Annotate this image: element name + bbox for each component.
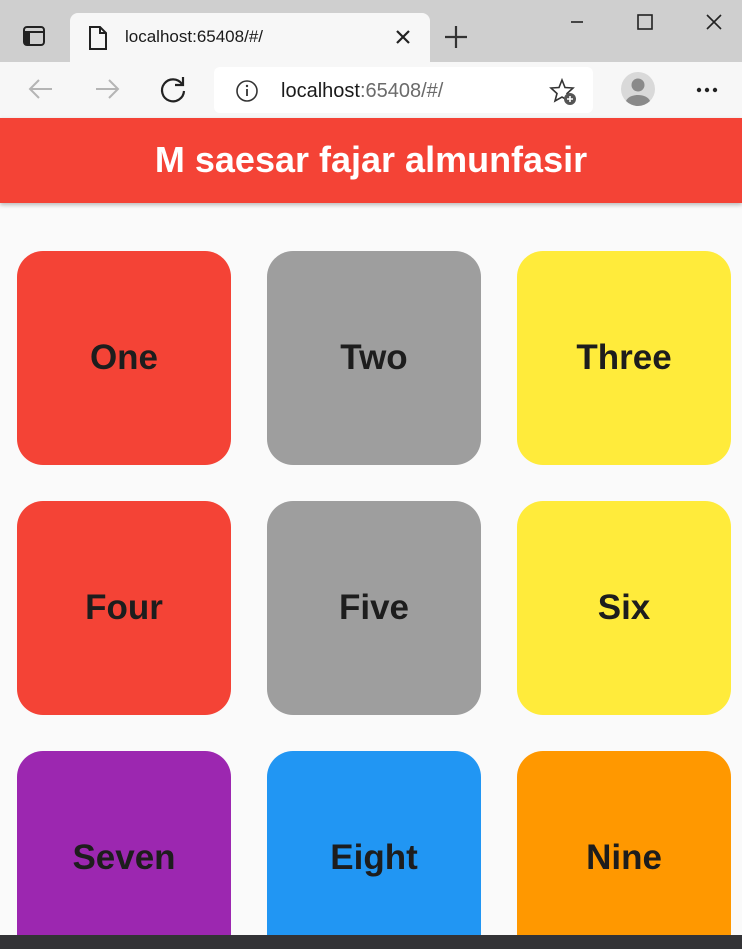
url-path: :65408/#/ — [359, 80, 444, 102]
tile-label: Three — [576, 338, 672, 377]
tile-label: One — [89, 338, 159, 377]
tile-grid: One Two Three Four Five Six Seven Eight … — [0, 203, 742, 935]
app-title: M saesar fajar almunfasir — [154, 139, 588, 180]
refresh-icon[interactable] — [158, 74, 188, 104]
url-host: localhost — [281, 80, 360, 102]
url-text[interactable]: localhost:65408/#/ — [281, 80, 443, 103]
tile-three[interactable]: Three — [517, 251, 731, 465]
tab-title: localhost:65408/#/ — [125, 27, 263, 46]
tile-label: Seven — [72, 838, 176, 877]
browser-tab[interactable]: localhost:65408/#/ — [70, 13, 430, 62]
tab-strip: localhost:65408/#/ — [0, 0, 742, 62]
tile-six[interactable]: Six — [517, 501, 731, 715]
back-arrow-icon[interactable] — [26, 74, 56, 104]
window-close-icon[interactable] — [702, 10, 726, 34]
star-add-icon[interactable] — [549, 77, 577, 106]
info-icon[interactable] — [236, 80, 258, 102]
tile-two[interactable]: Two — [267, 251, 481, 465]
tile-one[interactable]: One — [17, 251, 231, 465]
tile-label: Two — [340, 338, 408, 377]
taskbar — [0, 935, 742, 949]
tile-label: Eight — [330, 838, 418, 877]
tile-four[interactable]: Four — [17, 501, 231, 715]
close-icon[interactable] — [392, 26, 414, 48]
tab-actions-icon[interactable] — [22, 24, 46, 48]
forward-arrow-icon[interactable] — [92, 74, 122, 104]
tile-eight[interactable]: Eight — [267, 751, 481, 935]
tile-label: Five — [338, 588, 410, 627]
tile-nine[interactable]: Nine — [517, 751, 731, 935]
more-icon[interactable] — [692, 78, 722, 102]
app-bar: M saesar fajar almunfasir — [0, 118, 742, 203]
tile-label: Six — [597, 588, 651, 627]
plus-icon[interactable] — [443, 24, 469, 50]
tile-label: Four — [85, 588, 163, 627]
tile-seven[interactable]: Seven — [17, 751, 231, 935]
minimize-icon[interactable] — [565, 10, 589, 34]
browser-toolbar: localhost:65408/#/ — [0, 62, 742, 118]
profile-icon[interactable] — [620, 71, 656, 107]
address-bar[interactable]: localhost:65408/#/ — [214, 67, 593, 113]
maximize-icon[interactable] — [633, 10, 657, 34]
tile-five[interactable]: Five — [267, 501, 481, 715]
tile-label: Nine — [586, 838, 662, 877]
page-icon — [88, 26, 108, 50]
